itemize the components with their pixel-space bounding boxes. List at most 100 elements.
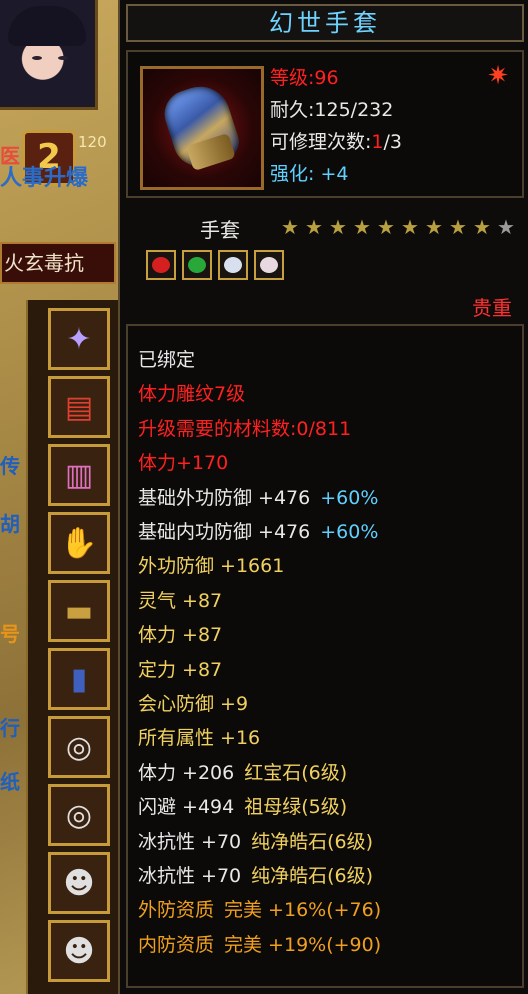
gauntlet-icon [140,66,264,190]
stat-text: 定力 +87 [138,658,223,681]
ring-icon[interactable]: ◎ [48,716,110,778]
item-level: 等级:96 [270,67,339,89]
enhance-label: 强化: [270,163,315,185]
stat-line: 灵气 +87 [138,585,222,617]
stat-text: 冰抗性 +70 [138,830,242,853]
star-filled-icon: ★ [425,215,443,239]
side-blue-text: 人事升爆 [0,166,89,190]
star-filled-icon: ★ [329,215,347,239]
stat-text: 红宝石(6级) [244,761,348,784]
belt-icon[interactable]: ▬ [48,580,110,642]
gem-emerald-icon [188,257,206,273]
item-durability: 耐久:125/232 [270,99,394,121]
boots-icon[interactable]: ▮ [48,648,110,710]
item-repair-count: 可修理次数:1/3 [270,128,402,156]
stat-text: 基础内功防御 +476 [138,521,311,543]
star-filled-icon: ★ [401,215,419,239]
bracelet-icon[interactable]: ✦ [48,308,110,370]
star-filled-icon: ★ [449,215,467,239]
stat-line: 定力 +87 [138,654,222,686]
gem-socket[interactable] [146,250,176,280]
cuff-icon[interactable]: ▥ [48,444,110,506]
stat-line: 外防资质 完美 +16%(+76) [138,894,381,926]
flame-icon: ✷ [487,61,509,91]
stat-text: 体力+170 [138,452,229,475]
stat-text: 内防资质 [138,933,215,956]
gem-sockets [146,250,284,280]
gem-ruby-icon [152,257,170,273]
item-stats: 已绑定体力雕纹7级升级需要的材料数:0/811 体力+170 基础外功防御 +476… [126,324,524,988]
gem-crystal-icon [224,257,242,273]
stat-text: 已绑定 [138,349,196,371]
stat-text: 基础外功防御 +476 [138,486,311,509]
stat-line: 已绑定 [138,344,195,376]
stat-text: 纯净皓石(6级) [251,865,374,887]
star-rating: ★ ★ ★ ★ ★ ★ ★ ★ ★ ★ [280,217,516,239]
stat-line: 所有属性 +16 [138,722,260,754]
repair-label: 可修理次数: [270,131,372,153]
stat-text: 完美 +19%(+90) [224,933,382,956]
portrait-eye [32,56,42,60]
stat-text: +60% [320,521,379,543]
resist-buff-button[interactable]: 火玄毒抗 [0,242,116,284]
star-filled-icon: ★ [473,215,491,239]
star-filled-icon: ★ [377,215,395,239]
stat-line: 体力雕纹7级 [138,378,245,410]
portrait-eye [58,56,68,60]
repair-total: /3 [383,131,403,153]
stat-line: 升级需要的材料数:0/811 [138,413,351,445]
stat-text: 体力 +206 [138,761,235,784]
portrait-hair [8,6,86,46]
stat-line: 体力 +206 红宝石(6级) [138,757,347,789]
stat-text: +60% [320,486,379,509]
item-enhance: 强化: +4 [270,160,348,188]
star-filled-icon: ★ [281,215,299,239]
gem-socket[interactable] [218,250,248,280]
stat-text: 闪避 +494 [138,796,235,819]
stat-text: 外功防御 +1661 [138,555,285,578]
stat-text: 体力雕纹7级 [138,383,246,406]
scroll-icon[interactable]: ▤ [48,376,110,438]
star-filled-icon: ★ [353,215,371,239]
repair-used: 1 [371,131,384,153]
gauntlet-icon[interactable]: ✋ [48,512,110,574]
item-header: 等级:96 耐久:125/232 可修理次数:1/3 强化: +4 ✷ [126,50,524,198]
stat-line: 冰抗性 +70 纯净皓石(6级) [138,826,373,858]
stat-line: 闪避 +494 祖母绿(5级) [138,791,347,823]
star-filled-icon: ★ [305,215,323,239]
enhance-value: +4 [320,163,349,185]
stat-line: 基础外功防御 +476 +60% [138,482,378,514]
star-empty-icon: ★ [497,215,515,239]
side-glyph: 纸 [0,770,20,794]
item-rarity: 贵重 [472,296,512,320]
stat-line: 外功防御 +1661 [138,550,284,582]
ring-icon[interactable]: ◎ [48,784,110,846]
stat-line: 体力+170 [138,447,228,479]
stat-text: 纯净皓石(6级) [251,830,374,853]
stat-text: 会心防御 +9 [138,693,249,715]
side-glyph: 号 [0,622,20,646]
gem-socket[interactable] [254,250,284,280]
stat-text: 所有属性 +16 [138,727,261,750]
side-glyph: 行 [0,716,20,740]
stat-text: 完美 +16%(+76) [224,899,382,922]
stat-text: 祖母绿(5级) [244,796,348,819]
gem-socket[interactable] [182,250,212,280]
item-title: 幻世手套 [126,4,524,42]
mask-icon[interactable]: ☻ [48,920,110,982]
stat-text: 升级需要的材料数:0/811 [138,417,352,440]
stat-text: 灵气 +87 [138,589,223,612]
stat-line: 冰抗性 +70 纯净皓石(6级) [138,860,373,892]
stat-text: 体力 +87 [138,624,223,647]
gem-crystal-icon [260,257,278,273]
stat-line: 体力 +87 [138,619,222,651]
stat-line: 基础内功防御 +476 +60% [138,516,378,548]
character-portrait[interactable] [0,0,98,110]
item-type: 手套 [200,218,240,242]
stat-line: 内防资质 完美 +19%(+90) [138,929,381,961]
stat-line: 会心防御 +9 [138,688,248,720]
side-fragment-number: 120 [78,133,107,151]
item-tooltip-panel: 幻世手套 等级:96 耐久:125/232 可修理次数:1/3 强化: +4 ✷… [118,0,528,994]
equipment-column: ✦ ▤ ▥ ✋ ▬ ▮ ◎ ◎ ☻ ☻ [26,300,120,994]
mask-icon[interactable]: ☻ [48,852,110,914]
